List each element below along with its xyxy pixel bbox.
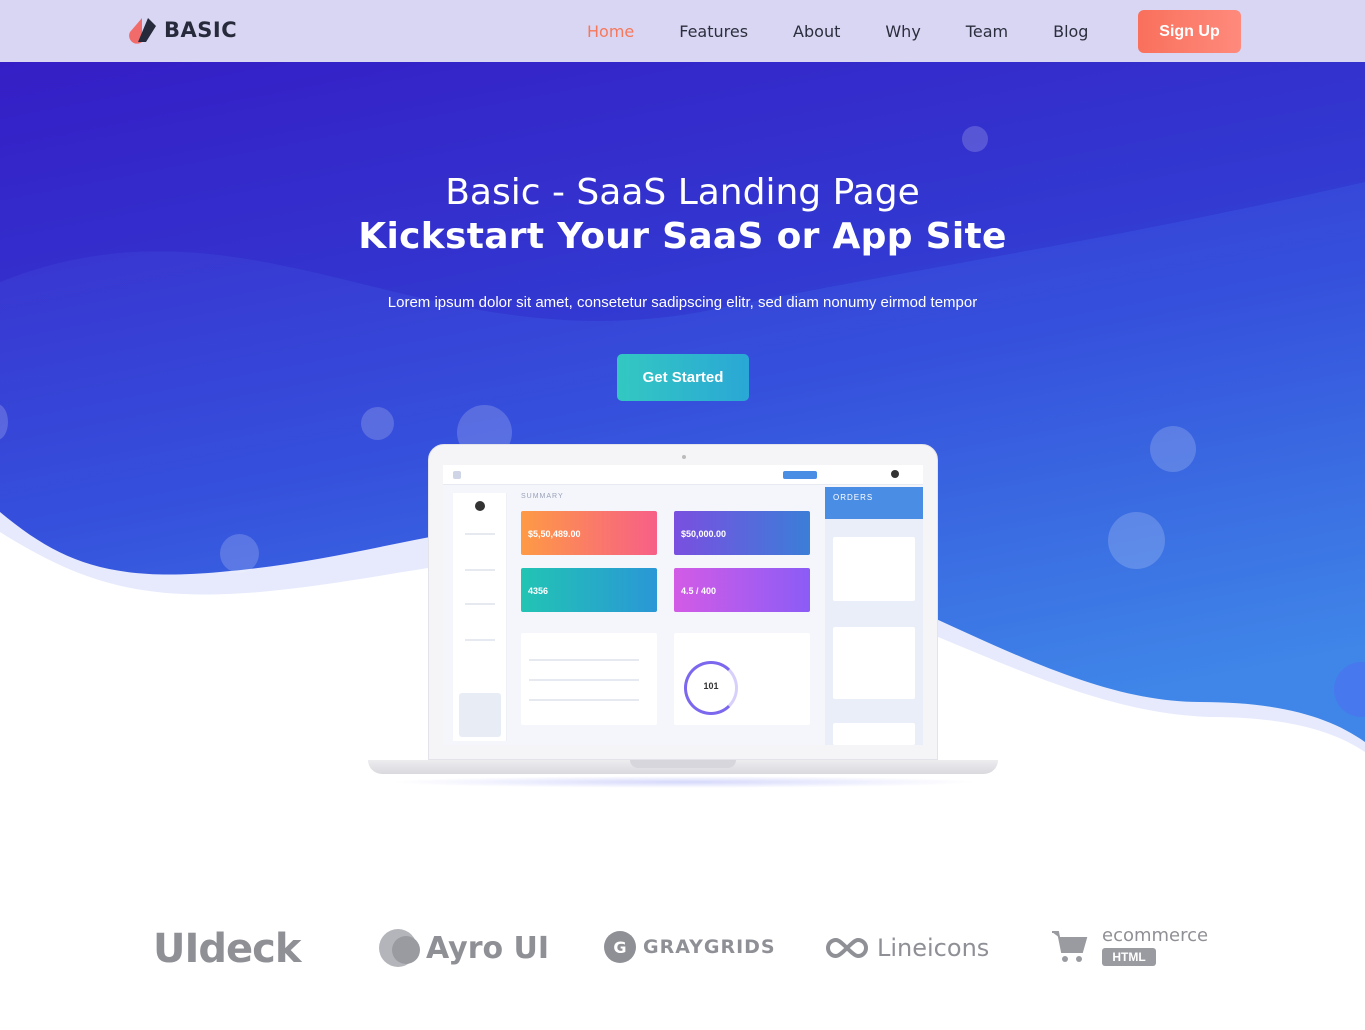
order-card — [833, 537, 915, 601]
stat-value: 4.5 / 400 — [681, 586, 717, 596]
brand-name: BASIC — [164, 18, 238, 42]
decor-bubble — [1108, 512, 1165, 569]
nav-about[interactable]: About — [793, 22, 840, 41]
nav-features[interactable]: Features — [679, 22, 748, 41]
nav-why[interactable]: Why — [885, 22, 920, 41]
stat-value: $5,50,489.00 — [528, 529, 581, 539]
nav-home[interactable]: Home — [587, 22, 634, 41]
brand-lineicons-label: Lineicons — [877, 934, 990, 962]
brand-ecommerce[interactable]: ecommerce HTML — [1050, 926, 1208, 966]
laptop-lid: SUMMARY $5,50,489.00 $50,000.00 4356 4.5… — [428, 444, 938, 760]
dashboard-sidebar — [453, 493, 507, 741]
decor-bubble — [962, 126, 988, 152]
decor-bubble — [1150, 426, 1196, 472]
decor-bubble — [220, 534, 259, 573]
brand-lineicons[interactable]: Lineicons — [825, 934, 989, 962]
logo-icon — [129, 18, 156, 44]
order-card — [833, 723, 915, 745]
brand-ayro-label: Ayro UI — [426, 930, 550, 966]
laptop-notch — [630, 760, 736, 768]
stat-card: 4.5 / 400 — [674, 568, 810, 612]
hero-tagline: Kickstart Your SaaS or App Site — [358, 216, 1007, 257]
summary-label: SUMMARY — [521, 493, 564, 500]
stat-card: $5,50,489.00 — [521, 511, 657, 555]
insight-ring: 101 — [684, 661, 738, 715]
stat-value: $50,000.00 — [681, 529, 727, 539]
nav-team[interactable]: Team — [966, 22, 1008, 41]
brand-logo[interactable]: BASIC — [128, 16, 237, 44]
brand-graygrids-label: GRAYGRIDS — [643, 936, 776, 958]
orders-panel: ORDERS — [825, 487, 923, 745]
top-sellers-panel — [521, 633, 657, 725]
ayro-icon — [379, 929, 420, 967]
laptop-mockup: SUMMARY $5,50,489.00 $50,000.00 4356 4.5… — [368, 444, 998, 794]
decor-bubble — [361, 407, 394, 440]
orders-title: ORDERS — [833, 493, 874, 502]
laptop-shadow — [388, 776, 978, 788]
stat-card: $50,000.00 — [674, 511, 810, 555]
brand-graygrids[interactable]: G GRAYGRIDS — [603, 930, 776, 964]
insight-value: 101 — [703, 681, 719, 691]
dashboard-screenshot: SUMMARY $5,50,489.00 $50,000.00 4356 4.5… — [443, 465, 923, 745]
brand-ayro[interactable]: Ayro UI — [378, 928, 549, 968]
cart-icon — [1052, 931, 1088, 962]
brand-ecommerce-badge: HTML — [1102, 948, 1156, 966]
hero-title: Basic - SaaS Landing Page — [445, 172, 920, 213]
navbar: BASIC Home Features About Why Team Blog … — [0, 0, 1365, 62]
stat-value: 4356 — [528, 586, 549, 596]
brand-ecommerce-label: ecommerce — [1102, 925, 1209, 946]
brand-uideck[interactable]: UIdeck — [153, 926, 301, 972]
hero-subtitle: Lorem ipsum dolor sit amet, consetetur s… — [387, 294, 978, 311]
get-started-button[interactable]: Get Started — [617, 354, 749, 401]
order-insights-panel: 101 — [674, 633, 810, 725]
brand-uideck-label: UIdeck — [153, 926, 301, 972]
signup-button[interactable]: Sign Up — [1138, 10, 1241, 53]
stat-card: 4356 — [521, 568, 657, 612]
nav-blog[interactable]: Blog — [1053, 22, 1088, 41]
client-logos: UIdeck Ayro UI G GRAYGRIDS Lineicons eco… — [0, 920, 1365, 980]
svg-text:G: G — [613, 938, 626, 957]
graygrids-icon: G — [604, 931, 636, 963]
camera-dot — [682, 455, 686, 459]
orders-header: ORDERS — [825, 487, 923, 519]
nav-menu: Home Features About Why Team Blog — [565, 0, 1133, 62]
order-card — [833, 627, 915, 699]
dashboard-topbar — [443, 465, 923, 485]
infinity-icon — [826, 937, 868, 959]
